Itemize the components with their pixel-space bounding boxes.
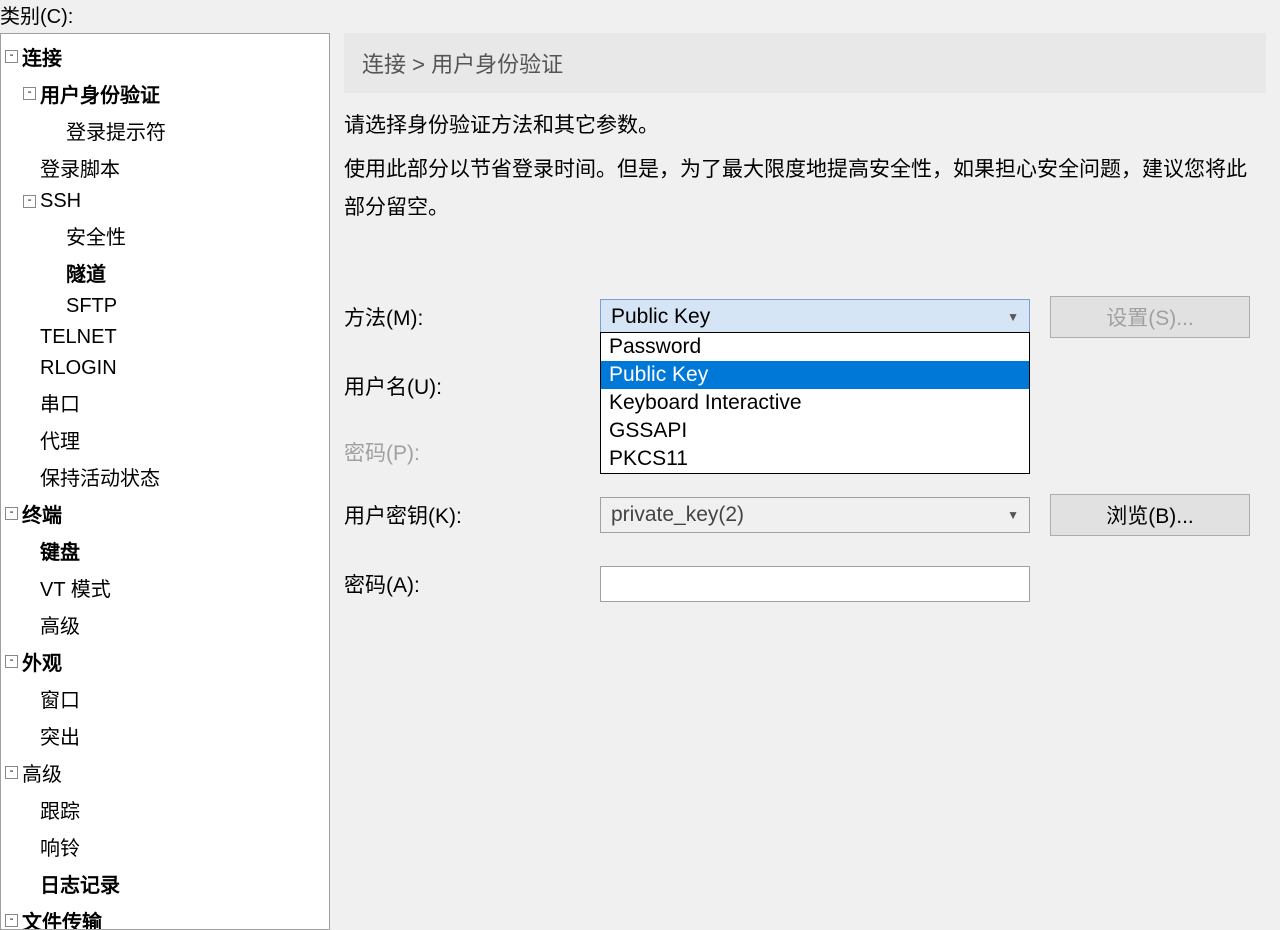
collapse-icon[interactable]: - <box>5 914 18 927</box>
description-line-1: 请选择身份验证方法和其它参数。 <box>344 107 1266 145</box>
tree-item-label: 终端 <box>22 499 62 528</box>
tree-item-label: SSH <box>40 190 81 213</box>
tree-item[interactable]: -外观 <box>1 643 329 680</box>
passphrase-row: 密码(A): <box>344 566 1266 602</box>
tree-item[interactable]: 登录脚本 <box>1 149 329 186</box>
tree-item-label: 串口 <box>40 388 80 417</box>
tree-item[interactable]: 串口 <box>1 384 329 421</box>
tree-item[interactable]: 代理 <box>1 421 329 458</box>
settings-button[interactable]: 设置(S)... <box>1050 296 1250 338</box>
description-line-2: 使用此部分以节省登录时间。但是，为了最大限度地提高安全性，如果担心安全问题，建议… <box>344 151 1266 227</box>
tree-item-label: 隧道 <box>66 258 106 287</box>
content-panel: 连接 > 用户身份验证 请选择身份验证方法和其它参数。 使用此部分以节省登录时间… <box>330 33 1280 930</box>
tree-item-label: 保持活动状态 <box>40 462 160 491</box>
method-option[interactable]: Password <box>601 333 1029 361</box>
chevron-down-icon: ▼ <box>1007 310 1019 324</box>
main-container: -连接-用户身份验证登录提示符登录脚本-SSH安全性隧道SFTPTELNETRL… <box>0 33 1280 930</box>
tree-item-label: VT 模式 <box>40 573 111 602</box>
method-label: 方法(M): <box>344 302 600 332</box>
tree-item[interactable]: VT 模式 <box>1 569 329 606</box>
category-tree[interactable]: -连接-用户身份验证登录提示符登录脚本-SSH安全性隧道SFTPTELNETRL… <box>0 33 330 930</box>
method-row: 方法(M): Public Key ▼ 设置(S)... PasswordPub… <box>344 296 1266 338</box>
collapse-icon[interactable]: - <box>5 507 18 520</box>
breadcrumb: 连接 > 用户身份验证 <box>344 33 1266 93</box>
userkey-row: 用户密钥(K): private_key(2) ▼ 浏览(B)... <box>344 494 1266 536</box>
tree-item-label: 跟踪 <box>40 795 80 824</box>
tree-item[interactable]: 跟踪 <box>1 791 329 828</box>
tree-item-label: 响铃 <box>40 832 80 861</box>
tree-item[interactable]: TELNET <box>1 322 329 353</box>
tree-item[interactable]: 保持活动状态 <box>1 458 329 495</box>
tree-item-label: 键盘 <box>40 536 80 565</box>
tree-item-label: 登录脚本 <box>40 153 120 182</box>
tree-item-label: 代理 <box>40 425 80 454</box>
tree-item-label: 文件传输 <box>22 906 102 930</box>
userkey-label: 用户密钥(K): <box>344 500 600 530</box>
tree-item-label: 安全性 <box>66 221 126 250</box>
collapse-icon[interactable]: - <box>23 87 36 100</box>
collapse-icon[interactable]: - <box>23 195 36 208</box>
tree-item[interactable]: -高级 <box>1 754 329 791</box>
method-dropdown[interactable]: PasswordPublic KeyKeyboard InteractiveGS… <box>600 332 1030 474</box>
collapse-icon[interactable]: - <box>5 50 18 63</box>
tree-item[interactable]: 高级 <box>1 606 329 643</box>
tree-item[interactable]: -连接 <box>1 38 329 75</box>
method-option[interactable]: PKCS11 <box>601 445 1029 473</box>
tree-item-label: SFTP <box>66 295 117 318</box>
tree-item-label: RLOGIN <box>40 357 117 380</box>
collapse-icon[interactable]: - <box>5 655 18 668</box>
tree-item-label: 用户身份验证 <box>40 79 160 108</box>
tree-item-label: 窗口 <box>40 684 80 713</box>
chevron-down-icon: ▼ <box>1007 508 1019 522</box>
auth-form: 方法(M): Public Key ▼ 设置(S)... PasswordPub… <box>344 296 1266 602</box>
tree-item[interactable]: SFTP <box>1 291 329 322</box>
tree-item-label: 日志记录 <box>40 869 120 898</box>
tree-item[interactable]: -终端 <box>1 495 329 532</box>
browse-button[interactable]: 浏览(B)... <box>1050 494 1250 536</box>
method-value: Public Key <box>611 305 710 329</box>
tree-item[interactable]: 突出 <box>1 717 329 754</box>
tree-item-label: 登录提示符 <box>66 116 166 145</box>
tree-item[interactable]: 登录提示符 <box>1 112 329 149</box>
tree-item[interactable]: -用户身份验证 <box>1 75 329 112</box>
passphrase-input[interactable] <box>600 566 1030 602</box>
tree-item[interactable]: 日志记录 <box>1 865 329 902</box>
tree-item[interactable]: 隧道 <box>1 254 329 291</box>
tree-item[interactable]: -文件传输 <box>1 902 329 930</box>
password-label: 密码(P): <box>344 437 600 467</box>
tree-item-label: TELNET <box>40 326 117 349</box>
method-combobox[interactable]: Public Key ▼ <box>600 299 1030 335</box>
category-label: 类别(C): <box>0 0 1280 33</box>
tree-item[interactable]: 响铃 <box>1 828 329 865</box>
method-option[interactable]: Keyboard Interactive <box>601 389 1029 417</box>
method-option[interactable]: GSSAPI <box>601 417 1029 445</box>
tree-item-label: 外观 <box>22 647 62 676</box>
tree-item[interactable]: 键盘 <box>1 532 329 569</box>
passphrase-label: 密码(A): <box>344 569 600 599</box>
username-label: 用户名(U): <box>344 371 600 401</box>
tree-item[interactable]: 窗口 <box>1 680 329 717</box>
userkey-value: private_key(2) <box>611 503 744 527</box>
tree-item-label: 高级 <box>40 610 80 639</box>
tree-item-label: 突出 <box>40 721 80 750</box>
tree-item[interactable]: 安全性 <box>1 217 329 254</box>
tree-item[interactable]: -SSH <box>1 186 329 217</box>
method-option[interactable]: Public Key <box>601 361 1029 389</box>
tree-item[interactable]: RLOGIN <box>1 353 329 384</box>
collapse-icon[interactable]: - <box>5 766 18 779</box>
userkey-combobox[interactable]: private_key(2) ▼ <box>600 497 1030 533</box>
tree-item-label: 高级 <box>22 758 62 787</box>
tree-item-label: 连接 <box>22 42 62 71</box>
